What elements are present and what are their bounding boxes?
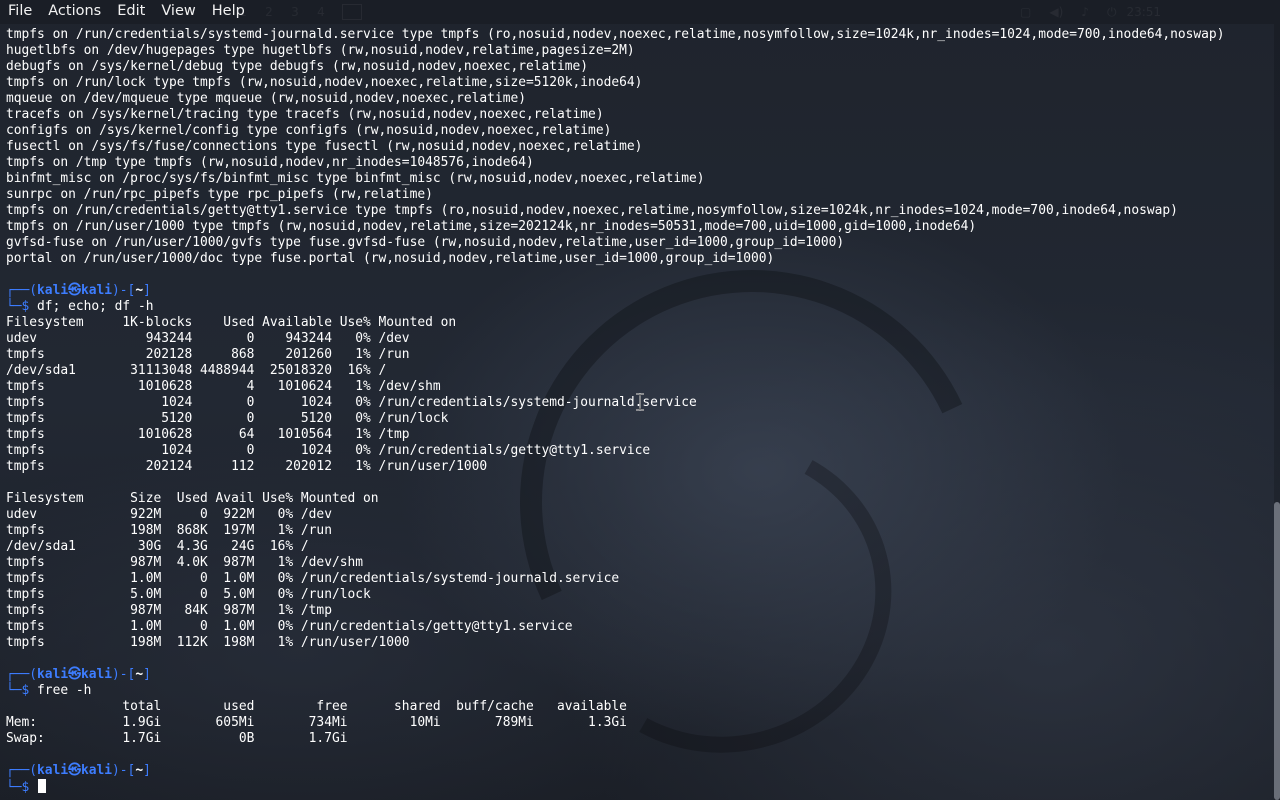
- output-line: binfmt_misc on /proc/sys/fs/binfmt_misc …: [6, 171, 705, 186]
- prompt-input-line: └─$ df; echo; df -h: [6, 299, 154, 314]
- prompt-at-icon: ㉿: [68, 763, 81, 778]
- output-line: tmpfs on /tmp type tmpfs (rw,nosuid,node…: [6, 155, 534, 170]
- output-line: hugetlbfs on /dev/hugepages type hugetlb…: [6, 43, 635, 58]
- command-text: df; echo; df -h: [37, 299, 154, 314]
- menu-view[interactable]: View: [153, 0, 203, 24]
- output-line: Swap: 1.7Gi 0B 1.7Gi: [6, 731, 348, 746]
- output-line: tmpfs 202128 868 201260 1% /run: [6, 347, 410, 362]
- scrollbar-thumb[interactable]: [1274, 502, 1280, 800]
- output-line: udev 922M 0 922M 0% /dev: [6, 507, 332, 522]
- prompt-user: kali: [37, 283, 69, 298]
- prompt-header: ┌──(kali㉿kali)-[~]: [6, 667, 151, 682]
- output-line: portal on /run/user/1000/doc type fuse.p…: [6, 251, 775, 266]
- output-line: tmpfs 1.0M 0 1.0M 0% /run/credentials/sy…: [6, 571, 620, 586]
- terminal-menubar: File Actions Edit View Help: [0, 0, 1280, 24]
- output-line: tmpfs 202124 112 202012 1% /run/user/100…: [6, 459, 488, 474]
- output-line: tmpfs 1024 0 1024 0% /run/credentials/ge…: [6, 443, 651, 458]
- prompt-host: kali: [80, 667, 113, 682]
- prompt-directory: ~: [135, 763, 144, 778]
- output-line: tmpfs on /run/user/1000 type tmpfs (rw,n…: [6, 219, 977, 234]
- prompt-header: ┌──(kali㉿kali)-[~]: [6, 763, 151, 778]
- prompt-input-line: └─$ free -h: [6, 683, 92, 698]
- output-line: tmpfs 1.0M 0 1.0M 0% /run/credentials/ge…: [6, 619, 573, 634]
- output-line: tmpfs 5.0M 0 5.0M 0% /run/lock: [6, 587, 371, 602]
- prompt-input-line: └─$: [6, 779, 1268, 795]
- output-line: tmpfs on /run/credentials/getty@tty1.ser…: [6, 203, 1178, 218]
- menu-actions[interactable]: Actions: [40, 0, 109, 24]
- output-line: total used free shared buff/cache availa…: [6, 699, 627, 714]
- prompt-directory: ~: [135, 667, 144, 682]
- prompt-header: ┌──(kali㉿kali)-[~]: [6, 283, 151, 298]
- output-line: tmpfs 5120 0 5120 0% /run/lock: [6, 411, 449, 426]
- output-line: tmpfs 987M 4.0K 987M 1% /dev/shm: [6, 555, 363, 570]
- output-line: Filesystem 1K-blocks Used Available Use%…: [6, 315, 457, 330]
- menu-file[interactable]: File: [0, 0, 40, 24]
- output-line: mqueue on /dev/mqueue type mqueue (rw,no…: [6, 91, 526, 106]
- prompt-user: kali: [37, 763, 69, 778]
- output-line: tmpfs on /run/credentials/systemd-journa…: [6, 27, 1225, 42]
- output-line: Mem: 1.9Gi 605Mi 734Mi 10Mi 789Mi 1.3Gi: [6, 715, 627, 730]
- output-line: Filesystem Size Used Avail Use% Mounted …: [6, 491, 379, 506]
- output-line: tmpfs 1010628 64 1010564 1% /tmp: [6, 427, 410, 442]
- output-line: configfs on /sys/kernel/config type conf…: [6, 123, 612, 138]
- output-line: gvfsd-fuse on /run/user/1000/gvfs type f…: [6, 235, 845, 250]
- output-line: tmpfs 198M 112K 198M 1% /run/user/1000: [6, 635, 410, 650]
- output-line: udev 943244 0 943244 0% /dev: [6, 331, 410, 346]
- output-line: sunrpc on /run/rpc_pipefs type rpc_pipef…: [6, 187, 433, 202]
- terminal-output[interactable]: tmpfs on /run/credentials/systemd-journa…: [6, 27, 1268, 797]
- output-line: /dev/sda1 31113048 4488944 25018320 16% …: [6, 363, 387, 378]
- output-line: debugfs on /sys/kernel/debug type debugf…: [6, 59, 589, 74]
- prompt-at-icon: ㉿: [68, 283, 81, 298]
- output-line: tmpfs 987M 84K 987M 1% /tmp: [6, 603, 332, 618]
- terminal-cursor[interactable]: [38, 779, 47, 793]
- command-text: free -h: [37, 683, 92, 698]
- output-line: fusectl on /sys/fs/fuse/connections type…: [6, 139, 643, 154]
- prompt-directory: ~: [135, 283, 144, 298]
- output-line: tracefs on /sys/kernel/tracing type trac…: [6, 107, 604, 122]
- menu-help[interactable]: Help: [204, 0, 253, 24]
- prompt-at-icon: ㉿: [68, 667, 81, 682]
- output-line: /dev/sda1 30G 4.3G 24G 16% /: [6, 539, 309, 554]
- output-line: tmpfs 198M 868K 197M 1% /run: [6, 523, 332, 538]
- prompt-user: kali: [37, 667, 69, 682]
- text-cursor-ibeam-icon: [636, 393, 644, 411]
- prompt-host: kali: [80, 283, 113, 298]
- menu-edit[interactable]: Edit: [109, 0, 153, 24]
- output-line: tmpfs on /run/lock type tmpfs (rw,nosuid…: [6, 75, 643, 90]
- prompt-host: kali: [80, 763, 113, 778]
